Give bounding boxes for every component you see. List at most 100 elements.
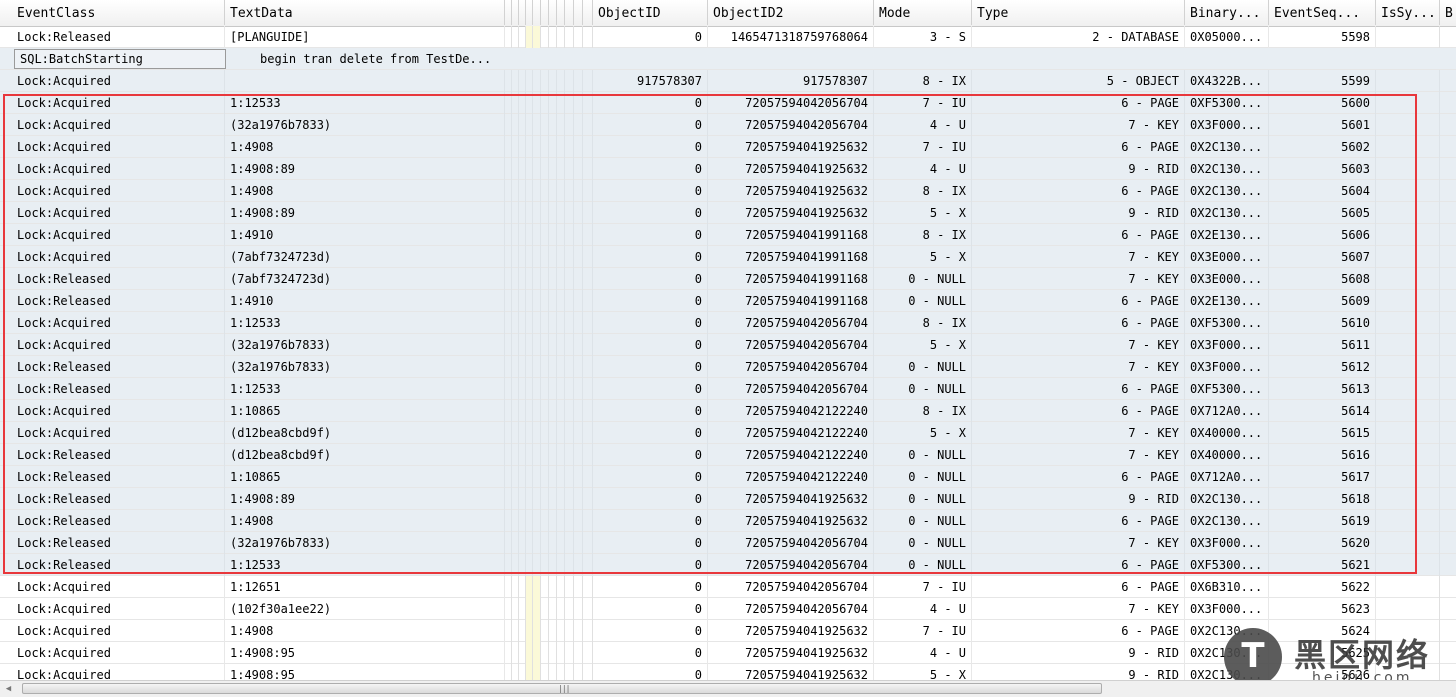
cell-narrow[interactable]: [533, 268, 541, 290]
cell-eventclass[interactable]: Lock:Released: [12, 378, 225, 400]
cell-binary[interactable]: 0X3F000...: [1185, 356, 1269, 378]
table-row[interactable]: Lock:Released (d12bea8cbd9f) 0 720575940421…: [0, 444, 1456, 466]
cell-narrow[interactable]: [526, 598, 533, 620]
column-header-narrow[interactable]: [526, 0, 533, 25]
cell-narrow[interactable]: [533, 70, 541, 92]
cell-narrow[interactable]: [519, 312, 526, 334]
cell-textdata[interactable]: 1:4908:89: [225, 202, 505, 224]
cell-narrow[interactable]: [505, 158, 512, 180]
cell-narrow[interactable]: [549, 466, 557, 488]
cell-issy[interactable]: [1376, 444, 1440, 466]
cell-type[interactable]: 7 - KEY: [972, 598, 1185, 620]
cell-narrow[interactable]: [512, 158, 519, 180]
cell-binary[interactable]: 0X6B310...: [1185, 576, 1269, 598]
cell-narrow[interactable]: [565, 642, 574, 664]
cell-type[interactable]: 6 - PAGE: [972, 224, 1185, 246]
cell-eventclass[interactable]: SQL:BatchStarting: [14, 49, 226, 69]
cell-narrow[interactable]: [574, 598, 583, 620]
cell-narrow[interactable]: [583, 576, 593, 598]
table-row[interactable]: Lock:Released 1:12533 0 72057594042056704 0 …: [0, 378, 1456, 400]
table-row[interactable]: Lock:Acquired 917578307 917578307 8 - IX 5 -…: [0, 70, 1456, 92]
cell-narrow[interactable]: [557, 70, 565, 92]
cell-narrow[interactable]: [549, 422, 557, 444]
cell-issy[interactable]: [1376, 180, 1440, 202]
cell-eventseq[interactable]: 5610: [1269, 312, 1376, 334]
cell-eventseq[interactable]: 5598: [1269, 26, 1376, 48]
cell-binary[interactable]: 0X3E000...: [1185, 268, 1269, 290]
cell-narrow[interactable]: [512, 422, 519, 444]
cell-narrow[interactable]: [526, 532, 533, 554]
cell-narrow[interactable]: [505, 510, 512, 532]
cell-narrow[interactable]: [512, 136, 519, 158]
cell-narrow[interactable]: [557, 444, 565, 466]
cell-narrow[interactable]: [541, 158, 549, 180]
cell-eventseq[interactable]: 5611: [1269, 334, 1376, 356]
cell-binary[interactable]: 0X2C130...: [1185, 510, 1269, 532]
cell-type[interactable]: 6 - PAGE: [972, 92, 1185, 114]
cell-type[interactable]: 9 - RID: [972, 664, 1185, 680]
cell-textdata[interactable]: 1:12533: [225, 554, 505, 576]
cell-narrow[interactable]: [519, 268, 526, 290]
cell-narrow[interactable]: [565, 158, 574, 180]
cell-narrow[interactable]: [533, 642, 541, 664]
cell-objectid[interactable]: 0: [593, 334, 708, 356]
cell-textdata[interactable]: 1:4908: [225, 620, 505, 642]
cell-narrow[interactable]: [549, 378, 557, 400]
cell-narrow[interactable]: [505, 444, 512, 466]
cell-narrow[interactable]: [549, 598, 557, 620]
cell-narrow[interactable]: [533, 92, 541, 114]
cell-narrow[interactable]: [565, 26, 574, 48]
cell-narrow[interactable]: [505, 312, 512, 334]
cell-issy[interactable]: [1376, 554, 1440, 576]
cell-eventseq[interactable]: 5609: [1269, 290, 1376, 312]
cell-eventclass[interactable]: Lock:Acquired: [12, 136, 225, 158]
cell-narrow[interactable]: [557, 312, 565, 334]
cell-narrow[interactable]: [519, 642, 526, 664]
cell-binary[interactable]: 0X3F000...: [1185, 114, 1269, 136]
cell-narrow[interactable]: [526, 400, 533, 422]
cell-objectid2[interactable]: 72057594042056704: [708, 532, 874, 554]
cell-binary[interactable]: 0X40000...: [1185, 422, 1269, 444]
cell-narrow[interactable]: [557, 664, 565, 680]
cell-narrow[interactable]: [565, 532, 574, 554]
cell-objectid2[interactable]: 72057594042056704: [708, 576, 874, 598]
cell-textdata[interactable]: 1:4910: [225, 290, 505, 312]
cell-narrow[interactable]: [512, 642, 519, 664]
cell-narrow[interactable]: [565, 444, 574, 466]
cell-eventseq[interactable]: 5615: [1269, 422, 1376, 444]
cell-narrow[interactable]: [557, 92, 565, 114]
cell-narrow[interactable]: [526, 180, 533, 202]
cell-narrow[interactable]: [574, 158, 583, 180]
cell-narrow[interactable]: [583, 664, 593, 680]
cell-issy[interactable]: [1376, 202, 1440, 224]
cell-narrow[interactable]: [574, 444, 583, 466]
cell-narrow[interactable]: [541, 268, 549, 290]
cell-objectid[interactable]: 0: [593, 554, 708, 576]
cell-binary[interactable]: 0X2C130...: [1185, 488, 1269, 510]
cell-narrow[interactable]: [541, 334, 549, 356]
cell-objectid[interactable]: 0: [593, 488, 708, 510]
cell-eventseq[interactable]: 5608: [1269, 268, 1376, 290]
table-row[interactable]: Lock:Acquired (7abf7324723d) 0 720575940419…: [0, 246, 1456, 268]
cell-mode[interactable]: 0 - NULL: [874, 554, 972, 576]
cell-narrow[interactable]: [512, 26, 519, 48]
table-row[interactable]: Lock:Released 1:10865 0 72057594042122240 0 …: [0, 466, 1456, 488]
cell-narrow[interactable]: [505, 136, 512, 158]
cell-objectid2[interactable]: 72057594041925632: [708, 510, 874, 532]
cell-binary[interactable]: 0X3F000...: [1185, 598, 1269, 620]
cell-issy[interactable]: [1376, 312, 1440, 334]
cell-narrow[interactable]: [574, 620, 583, 642]
cell-narrow[interactable]: [505, 422, 512, 444]
cell-narrow[interactable]: [541, 642, 549, 664]
cell-narrow[interactable]: [533, 576, 541, 598]
cell-narrow[interactable]: [505, 70, 512, 92]
cell-eventseq[interactable]: 5606: [1269, 224, 1376, 246]
scroll-left-arrow-icon[interactable]: ◀: [0, 681, 17, 697]
cell-eventseq[interactable]: 5624: [1269, 620, 1376, 642]
cell-narrow[interactable]: [526, 290, 533, 312]
cell-narrow[interactable]: [533, 598, 541, 620]
cell-binary[interactable]: 0X3E000...: [1185, 246, 1269, 268]
cell-type[interactable]: 6 - PAGE: [972, 312, 1185, 334]
cell-narrow[interactable]: [541, 180, 549, 202]
column-header-eventclass[interactable]: EventClass: [12, 0, 225, 25]
